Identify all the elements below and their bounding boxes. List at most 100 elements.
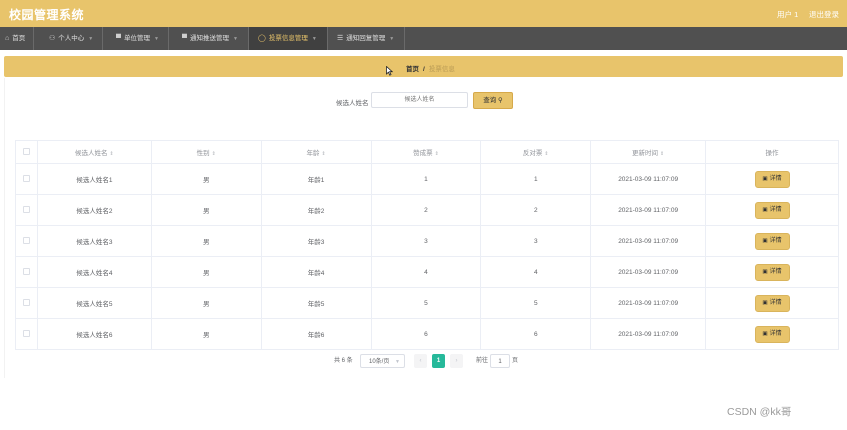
cell-gender: 男 xyxy=(151,318,262,350)
candidate-name-search-input[interactable] xyxy=(371,92,468,108)
column-header-name[interactable]: 候选人姓名 ⇕ xyxy=(37,140,152,164)
detail-icon: ▣ xyxy=(762,268,768,275)
sort-icon[interactable]: ⇕ xyxy=(110,151,114,157)
cell-name: 候选人姓名6 xyxy=(37,318,152,350)
page-number-current[interactable]: 1 xyxy=(432,354,445,368)
column-header-no-votes[interactable]: 反对票 ⇕ xyxy=(480,140,592,164)
cell-yes-votes: 5 xyxy=(371,287,482,319)
select-all-checkbox[interactable] xyxy=(22,147,30,155)
content-divider xyxy=(4,78,5,378)
sort-icon[interactable]: ⇕ xyxy=(435,151,439,157)
search-icon: ⚲ xyxy=(498,97,503,104)
cell-gender: 男 xyxy=(151,163,262,195)
row-checkbox[interactable] xyxy=(22,205,30,213)
cell-name: 候选人姓名4 xyxy=(37,256,152,288)
chevron-down-icon: ▼ xyxy=(153,36,159,42)
column-header-age[interactable]: 年龄 ⇕ xyxy=(261,140,372,164)
next-page-button[interactable]: › xyxy=(450,354,463,368)
nav-item-label: 通知推送管理 xyxy=(189,35,229,42)
sort-icon[interactable]: ⇕ xyxy=(544,151,548,157)
row-checkbox[interactable] xyxy=(22,298,30,306)
sort-icon[interactable]: ⇕ xyxy=(321,151,325,157)
cell-yes-votes: 6 xyxy=(371,318,482,350)
nav-item-label: 投票信息管理 xyxy=(268,35,308,42)
vote-icon: ◯ xyxy=(258,35,266,42)
nav-item-notice-reply-management[interactable]: ☰ 通知回复管理 ▼ xyxy=(328,27,405,50)
cell-yes-votes: 4 xyxy=(371,256,482,288)
cell-no-votes: 2 xyxy=(480,194,592,226)
detail-button[interactable]: ▣ 详情 xyxy=(754,263,790,281)
mouse-cursor-icon xyxy=(386,66,393,76)
nav-item-vote-info-management[interactable]: ◯ 投票信息管理 ▼ xyxy=(249,27,328,50)
cell-no-votes: 1 xyxy=(480,163,592,195)
chevron-down-icon: ▼ xyxy=(311,36,317,42)
sort-icon[interactable]: ⇕ xyxy=(212,151,216,157)
detail-button[interactable]: ▣ 详情 xyxy=(754,201,790,219)
breadcrumb-home-link[interactable]: 首页 xyxy=(406,66,419,73)
column-header-gender[interactable]: 性别 ⇕ xyxy=(151,140,262,164)
cell-update-time: 2021-03-09 11:07:09 xyxy=(590,287,707,319)
cell-update-time: 2021-03-09 11:07:09 xyxy=(590,318,707,350)
current-user-label[interactable]: 用户 1 xyxy=(777,9,798,20)
nav-item-home[interactable]: ⌂ 首页 xyxy=(0,27,34,50)
cell-name: 候选人姓名5 xyxy=(37,287,152,319)
app-title: 校园管理系统 xyxy=(9,8,85,22)
cell-age: 年龄2 xyxy=(261,194,372,226)
column-header-actions: 操作 xyxy=(705,140,839,164)
cell-no-votes: 3 xyxy=(480,225,592,257)
chat-icon: ▀ xyxy=(116,35,121,42)
user-icon: ⚇ xyxy=(49,35,56,42)
cell-name: 候选人姓名2 xyxy=(37,194,152,226)
prev-page-button[interactable]: ‹ xyxy=(414,354,427,368)
nav-item-label: 首页 xyxy=(12,35,26,42)
cell-gender: 男 xyxy=(151,256,262,288)
nav-item-notice-push-management[interactable]: ▀ 通知推送管理 ▼ xyxy=(169,27,249,50)
sort-icon[interactable]: ⇕ xyxy=(660,151,664,157)
cell-age: 年龄6 xyxy=(261,318,372,350)
column-header-yes-votes[interactable]: 赞成票 ⇕ xyxy=(371,140,482,164)
pagination-total: 共 6 条 xyxy=(334,358,353,364)
detail-button[interactable]: ▣ 详情 xyxy=(754,325,790,343)
cell-gender: 男 xyxy=(151,194,262,226)
detail-icon: ▣ xyxy=(762,175,768,182)
column-header-update-time[interactable]: 更新时间 ⇕ xyxy=(590,140,707,164)
cell-gender: 男 xyxy=(151,225,262,257)
nav-item-personal-center[interactable]: ⚇ 个人中心 ▼ xyxy=(34,27,103,50)
search-label: 候选人姓名 xyxy=(336,100,369,107)
row-checkbox[interactable] xyxy=(22,329,30,337)
nav-item-unit-management[interactable]: ▀ 单位管理 ▼ xyxy=(103,27,169,50)
cell-update-time: 2021-03-09 11:07:09 xyxy=(590,194,707,226)
detail-icon: ▣ xyxy=(762,330,768,337)
nav-item-label: 个人中心 xyxy=(58,35,85,42)
breadcrumb-current: 投票信息 xyxy=(428,66,455,73)
table-row: 候选人姓名6 男 年龄6 6 6 2021-03-09 11:07:09 ▣ 详情 xyxy=(15,318,839,350)
table-row: 候选人姓名1 男 年龄1 1 1 2021-03-09 11:07:09 ▣ 详情 xyxy=(15,163,839,195)
breadcrumb: 首页 / 投票信息 xyxy=(406,63,455,73)
list-icon: ☰ xyxy=(337,35,344,42)
table-row: 候选人姓名5 男 年龄5 5 5 2021-03-09 11:07:09 ▣ 详情 xyxy=(15,287,839,319)
row-checkbox[interactable] xyxy=(22,174,30,182)
search-button[interactable]: 查询 ⚲ xyxy=(473,92,513,109)
detail-button[interactable]: ▣ 详情 xyxy=(754,294,790,312)
chevron-down-icon: ▼ xyxy=(395,359,400,365)
nav-item-label: 单位管理 xyxy=(123,35,150,42)
cell-yes-votes: 3 xyxy=(371,225,482,257)
row-checkbox[interactable] xyxy=(22,236,30,244)
notice-icon: ▀ xyxy=(182,35,187,42)
detail-button[interactable]: ▣ 详情 xyxy=(754,170,790,188)
detail-icon: ▣ xyxy=(762,299,768,306)
detail-icon: ▣ xyxy=(762,237,768,244)
cell-name: 候选人姓名1 xyxy=(37,163,152,195)
table-row: 候选人姓名4 男 年龄4 4 4 2021-03-09 11:07:09 ▣ 详情 xyxy=(15,256,839,288)
detail-button[interactable]: ▣ 详情 xyxy=(754,232,790,250)
cell-no-votes: 6 xyxy=(480,318,592,350)
goto-page-input[interactable]: 1 xyxy=(490,354,510,368)
logout-link[interactable]: 退出登录 xyxy=(809,9,839,20)
cell-gender: 男 xyxy=(151,287,262,319)
page-size-select[interactable]: 10条/页 ▼ xyxy=(360,354,405,368)
row-checkbox[interactable] xyxy=(22,267,30,275)
app-header: 校园管理系统 用户 1 退出登录 xyxy=(0,0,847,27)
chevron-down-icon: ▼ xyxy=(88,36,94,42)
home-icon: ⌂ xyxy=(5,35,10,42)
table-row: 候选人姓名2 男 年龄2 2 2 2021-03-09 11:07:09 ▣ 详情 xyxy=(15,194,839,226)
